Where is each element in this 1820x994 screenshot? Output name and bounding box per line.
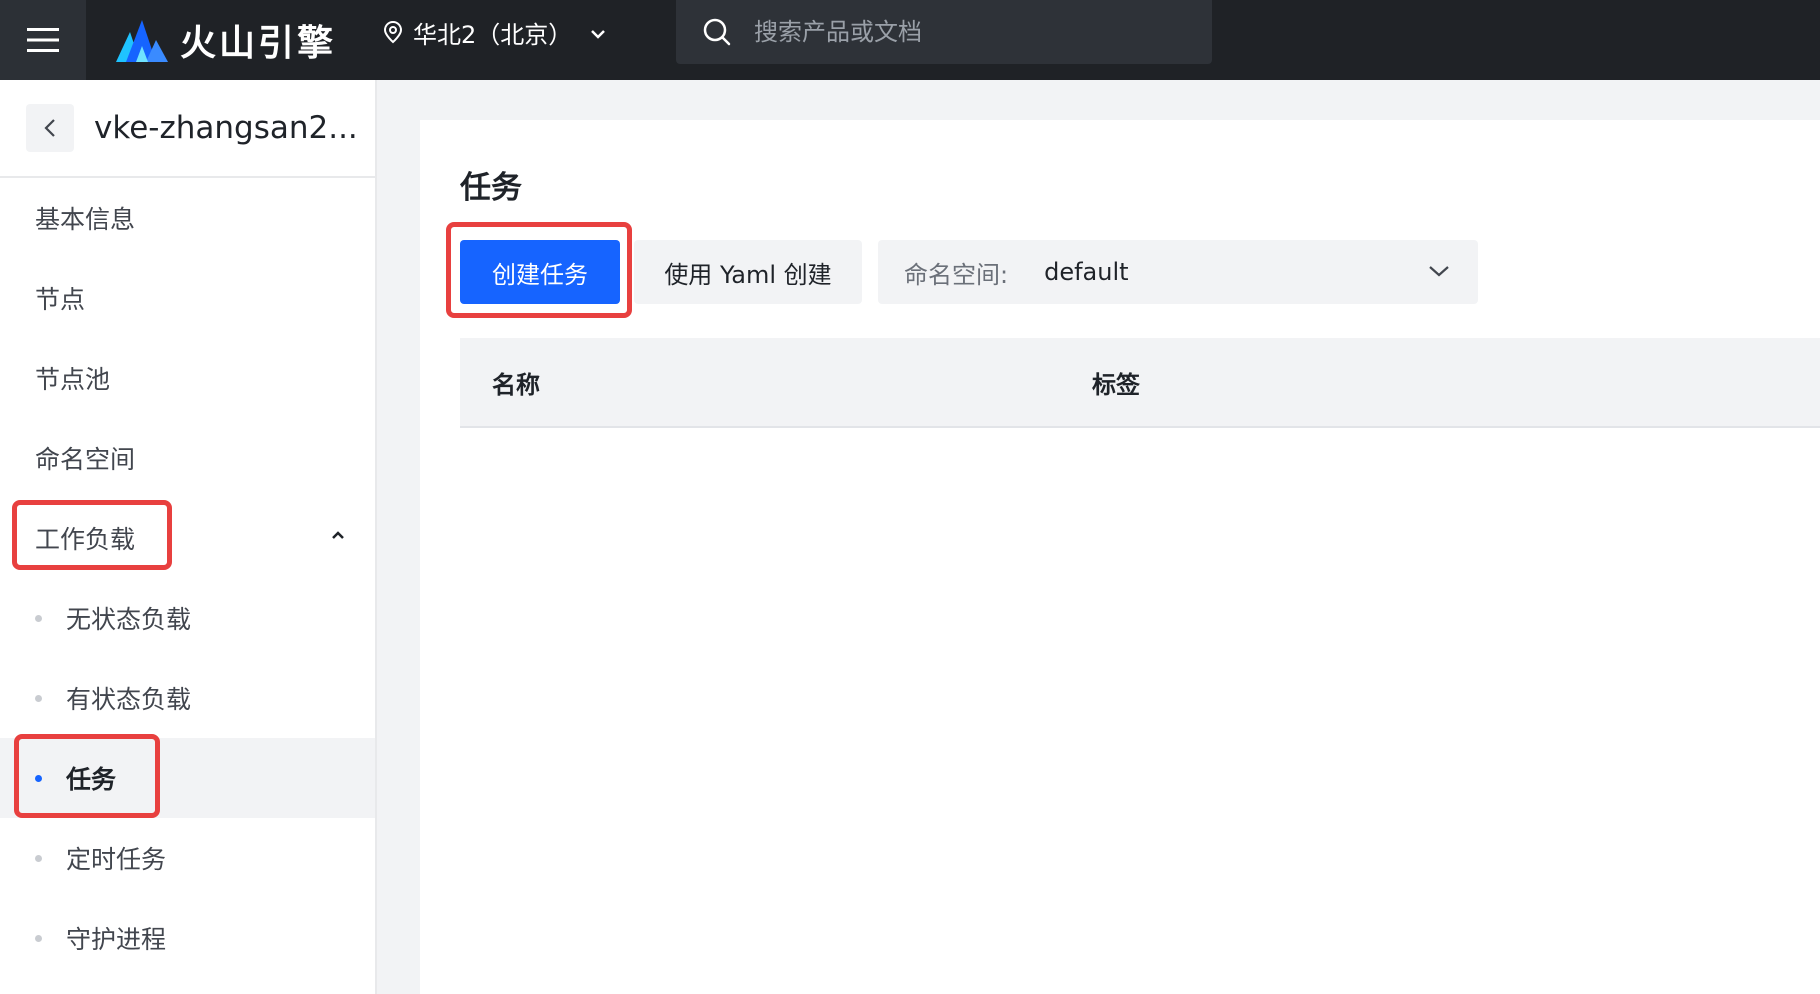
chevron-up-icon	[332, 531, 344, 539]
bullet-dot	[35, 694, 42, 702]
sidebar: vke-zhangsan2... 基本信息 节点 节点池 命名空间 工作负载 无…	[0, 80, 377, 994]
namespace-label: 命名空间:	[904, 260, 1009, 289]
page-title: 任务	[460, 170, 522, 206]
volcano-logo-icon	[116, 20, 168, 62]
sidebar-item-nodes[interactable]: 节点	[0, 258, 375, 338]
create-job-button[interactable]: 创建任务	[460, 240, 620, 304]
sidebar-item-node-pools[interactable]: 节点池	[0, 338, 375, 418]
search-input[interactable]	[752, 17, 1172, 47]
sidebar-nav: 基本信息 节点 节点池 命名空间 工作负载 无状态负载 有状态负载 任务 定时任…	[0, 178, 375, 978]
sidebar-item-label: 任务	[66, 765, 117, 794]
sidebar-item-daemonsets[interactable]: 守护进程	[0, 898, 375, 978]
sidebar-item-label: 节点	[35, 285, 86, 314]
sidebar-item-jobs[interactable]: 任务	[0, 738, 375, 818]
sidebar-item-label: 有状态负载	[66, 685, 192, 714]
bullet-dot	[35, 934, 42, 942]
bullet-dot	[35, 614, 42, 622]
sidebar-item-label: 无状态负载	[66, 605, 192, 634]
column-header-labels[interactable]: 标签	[1092, 338, 1140, 426]
sidebar-item-label: 守护进程	[66, 925, 167, 954]
sidebar-item-label: 定时任务	[66, 845, 167, 874]
namespace-select[interactable]: 命名空间: default	[878, 240, 1478, 304]
top-navigation-bar: 火山引擎 华北2（北京）	[0, 0, 1820, 80]
region-selector[interactable]: 华北2（北京）	[383, 0, 606, 64]
create-from-yaml-button[interactable]: 使用 Yaml 创建	[634, 240, 862, 304]
region-label: 华北2（北京）	[413, 20, 573, 49]
table-header: 名称 标签	[460, 338, 1820, 428]
sidebar-item-namespaces[interactable]: 命名空间	[0, 418, 375, 498]
bullet-dot	[35, 774, 42, 782]
column-header-name[interactable]: 名称	[492, 338, 540, 426]
cluster-name: vke-zhangsan2...	[94, 110, 358, 146]
sidebar-item-label: 基本信息	[35, 205, 136, 234]
chevron-down-icon	[591, 30, 606, 39]
sidebar-item-cronjobs[interactable]: 定时任务	[0, 818, 375, 898]
sidebar-item-label: 节点池	[35, 365, 111, 394]
location-pin-icon	[383, 20, 403, 44]
sidebar-item-label: 工作负载	[35, 525, 136, 554]
sidebar-item-workloads[interactable]: 工作负载	[0, 498, 375, 578]
bullet-dot	[35, 854, 42, 862]
sidebar-item-deployments[interactable]: 无状态负载	[0, 578, 375, 658]
sidebar-item-basic-info[interactable]: 基本信息	[0, 178, 375, 258]
main-panel: 任务 创建任务 使用 Yaml 创建 命名空间: default 名称 标签	[420, 120, 1820, 994]
sidebar-item-statefulsets[interactable]: 有状态负载	[0, 658, 375, 738]
chevron-left-icon	[44, 119, 55, 137]
global-search	[676, 0, 1212, 64]
search-icon	[703, 18, 731, 46]
brand-name: 火山引擎	[180, 23, 337, 64]
namespace-value: default	[1044, 258, 1129, 286]
brand-logo[interactable]: 火山引擎	[116, 6, 336, 74]
chevron-down-icon	[1429, 266, 1449, 277]
cluster-header: vke-zhangsan2...	[0, 80, 375, 178]
back-button[interactable]	[26, 104, 74, 152]
sidebar-item-label: 命名空间	[35, 445, 136, 474]
menu-icon[interactable]	[0, 0, 86, 80]
